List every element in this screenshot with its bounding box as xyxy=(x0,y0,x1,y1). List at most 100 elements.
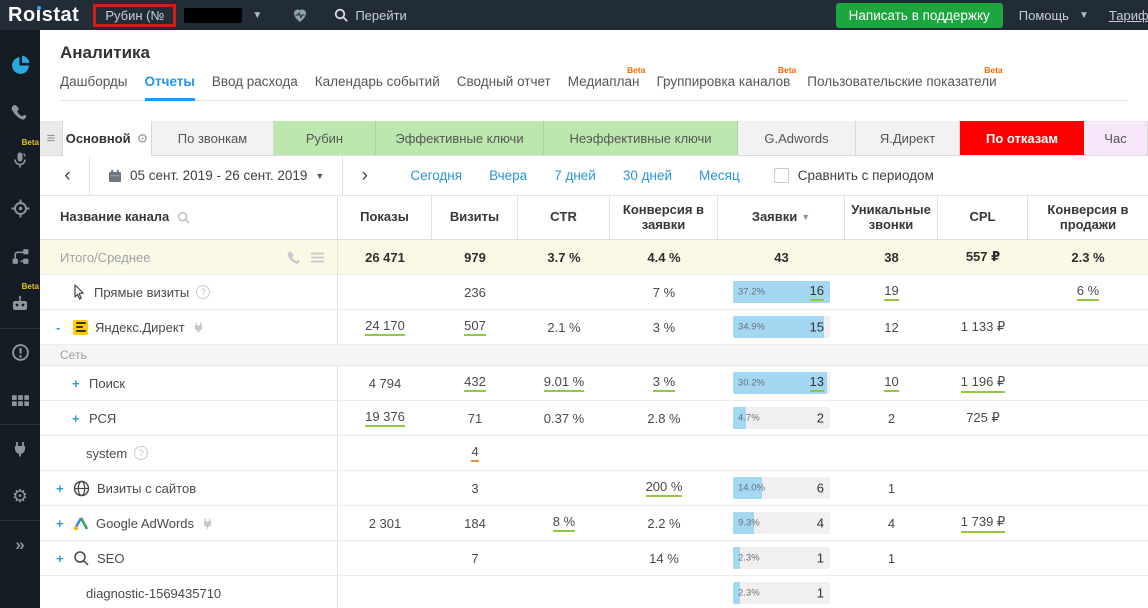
sidebar-item-apps-grid[interactable] xyxy=(0,376,40,424)
next-period-button[interactable]: › xyxy=(342,155,386,196)
channel-name[interactable]: Визиты с сайтов xyxy=(97,481,196,496)
column-header[interactable]: Конверсия в продажи xyxy=(1028,196,1148,239)
prev-period-button[interactable]: ‹ xyxy=(46,155,90,196)
applications-bar[interactable]: 9.3% 4 xyxy=(733,512,830,534)
column-header[interactable]: Уникальные звонки xyxy=(845,196,938,239)
phone-icon[interactable] xyxy=(287,250,302,265)
metric-value[interactable]: 8 % xyxy=(552,514,576,532)
quick-link-30 дней[interactable]: 30 дней xyxy=(623,168,672,183)
quick-link-Вчера[interactable]: Вчера xyxy=(489,168,527,183)
metric-value[interactable]: 9.01 % xyxy=(543,374,585,392)
metric-value[interactable]: 3 % xyxy=(652,374,676,392)
metric-value[interactable]: 10 xyxy=(884,374,899,392)
sidebar-item-expand[interactable]: » xyxy=(0,520,40,568)
report-settings-gear-icon[interactable]: ⚙ xyxy=(137,131,149,147)
nav-tab-Отчеты[interactable]: Отчеты xyxy=(144,74,195,101)
health-heart-icon[interactable] xyxy=(292,8,308,23)
report-tab-Неэффективные ключи[interactable]: Неэффективные ключи xyxy=(544,121,738,155)
quick-link-7 дней[interactable]: 7 дней xyxy=(554,168,596,183)
go-search[interactable]: Перейти xyxy=(334,8,407,23)
bar-count[interactable]: 13 xyxy=(809,374,824,392)
help-icon[interactable]: ? xyxy=(196,285,211,299)
metric-value[interactable]: 6 % xyxy=(1076,283,1100,301)
table-row[interactable]: diagnostic-1569435710 2.3% 1 xyxy=(40,576,1148,608)
expand-toggle[interactable]: + xyxy=(72,411,82,426)
metric-value[interactable]: 432 xyxy=(464,374,486,392)
metric-value[interactable]: 1 196 ₽ xyxy=(960,374,1006,393)
channel-name[interactable]: РСЯ xyxy=(89,411,116,426)
help-menu[interactable]: Помощь ▼ xyxy=(1019,8,1093,23)
report-tab-Я.Директ[interactable]: Я.Директ xyxy=(856,121,960,155)
column-header[interactable]: Показы xyxy=(338,196,432,239)
channel-search-icon[interactable] xyxy=(177,211,191,225)
column-header[interactable]: Визиты xyxy=(432,196,518,239)
quick-link-Сегодня[interactable]: Сегодня xyxy=(410,168,462,183)
channel-name[interactable]: Google AdWords xyxy=(96,516,194,531)
nav-tab-Пользовательские показатели[interactable]: Пользовательские показатели Beta xyxy=(807,65,1002,100)
sidebar-item-plug[interactable] xyxy=(0,424,40,472)
metric-value[interactable]: 4 xyxy=(471,444,479,462)
sidebar-item-alert[interactable] xyxy=(0,328,40,376)
report-tab-По отказам[interactable]: По отказам xyxy=(960,121,1084,155)
sidebar-item-microphone[interactable]: Beta xyxy=(0,136,40,184)
column-header[interactable]: CPL xyxy=(938,196,1028,239)
list-icon[interactable] xyxy=(310,251,325,264)
applications-bar[interactable]: 30.2% 13 xyxy=(733,372,830,394)
applications-bar[interactable]: 14.0% 6 xyxy=(733,477,830,499)
table-row[interactable]: + Google AdWords 2 301 184 8 % 2.2 % 9.3% 4 4 1 7… xyxy=(40,506,1148,541)
report-tab-По звонкам[interactable]: По звонкам xyxy=(152,121,274,155)
sidebar-item-phone[interactable] xyxy=(0,88,40,136)
tariff-link[interactable]: Тарифы xyxy=(1109,8,1148,23)
channel-name[interactable]: diagnostic-1569435710 xyxy=(86,586,221,601)
sidebar-item-robot[interactable]: Beta xyxy=(0,280,40,328)
column-header-sorted[interactable]: Заявки ▼ xyxy=(718,196,845,239)
table-row[interactable]: + Поиск 4 794 432 9.01 % 3 % 30.2% 13 10 1 196 ₽ xyxy=(40,366,1148,401)
support-button[interactable]: Написать в поддержку xyxy=(835,2,1003,28)
metric-value[interactable]: 1 739 ₽ xyxy=(960,514,1006,533)
nav-tab-Ввод расхода[interactable]: Ввод расхода xyxy=(212,74,298,100)
help-icon[interactable]: ? xyxy=(134,446,149,460)
compare-checkbox[interactable] xyxy=(773,168,789,183)
table-row[interactable]: + Визиты с сайтов 3 200 % 14.0% 6 1 xyxy=(40,471,1148,506)
metric-value[interactable]: 24 170 xyxy=(365,318,405,336)
table-row[interactable]: + РСЯ 19 376 71 0.37 % 2.8 % 4.7% 2 2 725 ₽ xyxy=(40,401,1148,436)
channel-name[interactable]: Прямые визиты xyxy=(94,285,189,300)
nav-tab-Группировка каналов[interactable]: Группировка каналов Beta xyxy=(656,65,796,100)
metric-value[interactable]: 200 % xyxy=(645,479,683,497)
applications-bar[interactable]: 2.3% 1 xyxy=(733,582,830,604)
applications-bar[interactable]: 4.7% 2 xyxy=(733,407,830,429)
date-range-picker[interactable]: 05 сент. 2019 - 26 сент. 2019 ▼ xyxy=(90,156,342,196)
project-chevron-down-icon[interactable]: ▼ xyxy=(252,10,262,21)
expand-toggle[interactable]: + xyxy=(56,551,66,566)
report-tab-Рубин[interactable]: Рубин xyxy=(274,121,376,155)
quick-link-Месяц[interactable]: Месяц xyxy=(699,168,740,183)
sidebar-item-flow[interactable] xyxy=(0,232,40,280)
nav-tab-Календарь событий[interactable]: Календарь событий xyxy=(315,74,440,100)
reports-list-icon[interactable]: ≡ xyxy=(40,121,62,155)
column-header-channel[interactable]: Название канала xyxy=(40,196,338,239)
roistat-logo[interactable]: Roı stat xyxy=(8,4,79,27)
table-row[interactable]: Итого/Среднее 26 471 979 3.7 % 4.4 % 43 38 557 … xyxy=(40,240,1148,275)
report-tab-G.Adwords[interactable]: G.Adwords xyxy=(738,121,856,155)
table-row[interactable]: Прямые визиты? 236 7 % 37.2% 16 19 6 % xyxy=(40,275,1148,310)
table-row[interactable]: - Яндекс.Директ 24 170 507 2.1 % 3 % 34.9% 15 12… xyxy=(40,310,1148,345)
collapse-toggle[interactable]: - xyxy=(56,320,66,335)
column-header[interactable]: CTR xyxy=(518,196,610,239)
metric-value[interactable]: 19 376 xyxy=(365,409,405,427)
metric-value[interactable]: 19 xyxy=(884,283,899,301)
channel-name[interactable]: Поиск xyxy=(89,376,125,391)
bar-count[interactable]: 16 xyxy=(809,283,824,301)
applications-bar[interactable]: 37.2% 16 xyxy=(733,281,830,303)
project-selector-highlight[interactable]: Рубин (№ xyxy=(93,3,177,27)
sidebar-item-pie-chart[interactable] xyxy=(0,40,40,88)
table-row[interactable]: + SEO 7 14 % 2.3% 1 1 xyxy=(40,541,1148,576)
channel-name[interactable]: system xyxy=(86,446,127,461)
sidebar-item-gear[interactable]: ⚙ xyxy=(0,472,40,520)
channel-name[interactable]: SEO xyxy=(97,551,124,566)
expand-toggle[interactable]: + xyxy=(72,376,82,391)
nav-tab-Дашборды[interactable]: Дашборды xyxy=(60,74,128,100)
expand-toggle[interactable]: + xyxy=(56,516,66,531)
column-header[interactable]: Конверсия в заявки xyxy=(610,196,718,239)
channel-name[interactable]: Яндекс.Директ xyxy=(95,320,185,335)
applications-bar[interactable]: 34.9% 15 xyxy=(733,316,830,338)
